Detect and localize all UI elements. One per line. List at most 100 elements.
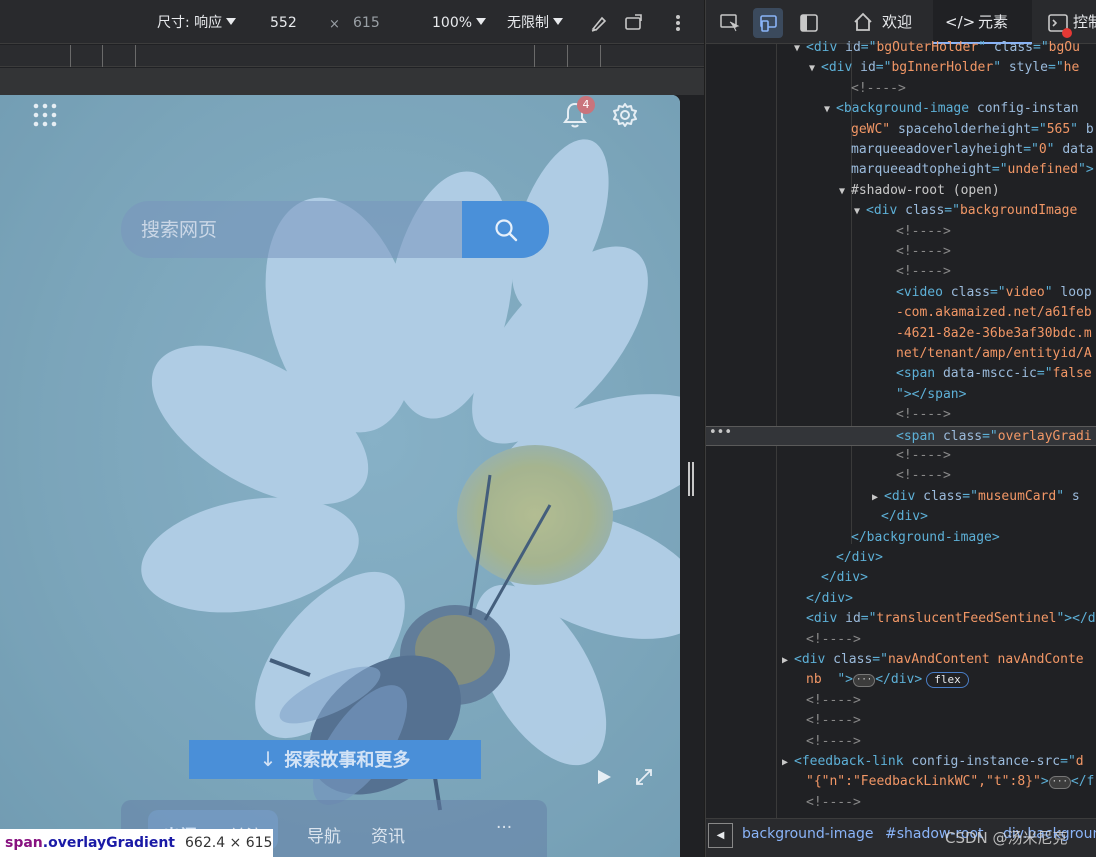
inspect-element-button[interactable] — [715, 8, 745, 38]
code-token: geWC" — [851, 121, 898, 137]
code-token: -4621-8a2e-36be3af30bdc.m — [896, 325, 1092, 341]
code-token: <div — [866, 203, 906, 219]
dom-node[interactable]: "></span> — [706, 385, 1096, 405]
dom-node[interactable]: </div> — [706, 507, 1096, 527]
dom-node[interactable]: net/tenant/amp/entityid/A — [706, 344, 1096, 364]
code-token: spaceholderheight — [897, 121, 1032, 137]
dock-side-button[interactable] — [794, 8, 824, 38]
code-token: =" — [1023, 142, 1039, 157]
ellipsis-badge[interactable]: ··· — [852, 674, 876, 688]
collapse-triangle-icon[interactable]: ▼ — [794, 39, 806, 59]
dom-node[interactable]: <!----> — [706, 446, 1096, 466]
dom-node[interactable]: -com.akamaized.net/a61feb — [706, 303, 1096, 323]
dom-node[interactable]: </background-image> — [706, 528, 1096, 548]
code-token: class — [993, 40, 1033, 55]
settings-gear-icon[interactable] — [612, 102, 638, 128]
media-query-bar[interactable] — [0, 68, 704, 95]
dom-node[interactable]: <div id="translucentFeedSentinel"></d — [706, 609, 1096, 629]
dom-node[interactable]: ▼ #shadow-root (open) — [706, 181, 1096, 201]
app-grid-icon[interactable] — [33, 103, 57, 127]
dom-node[interactable]: ▶ <feedback-link config-instance-src="d — [706, 752, 1096, 772]
zoom-label: 100% — [432, 15, 473, 31]
dom-node[interactable]: <!----> — [706, 466, 1096, 486]
search-button[interactable] — [462, 201, 549, 258]
code-token: <span — [896, 428, 943, 444]
play-icon[interactable] — [595, 768, 613, 786]
explore-stories-button[interactable]: ↓ 探索故事和更多 — [189, 740, 481, 779]
rotate-device-icon[interactable] — [623, 13, 645, 33]
code-token: =" — [1033, 40, 1049, 55]
collapse-triangle-icon[interactable]: ▼ — [809, 59, 821, 79]
nav-more-button[interactable]: ··· — [496, 818, 512, 838]
ellipsis-badge[interactable]: ··· — [1048, 776, 1071, 790]
explore-label: 探索故事和更多 — [284, 750, 411, 771]
throttle-dropdown[interactable]: 无限制 — [507, 13, 563, 33]
dom-node[interactable]: ▼ <background-image config-instan — [706, 99, 1096, 119]
collapse-triangle-icon[interactable]: ▼ — [839, 182, 851, 202]
dom-node[interactable]: </div> — [706, 568, 1096, 588]
code-token: <div — [821, 60, 861, 76]
code-token: net/tenant/amp/entityid/A — [896, 346, 1092, 361]
expand-icon[interactable] — [634, 767, 654, 787]
zoom-dropdown[interactable]: 100% — [432, 13, 487, 33]
code-token: video — [1005, 284, 1045, 300]
dom-node[interactable]: marqueeadoverlayheight="0" data — [706, 140, 1096, 160]
more-options-icon[interactable] — [672, 13, 684, 33]
dom-node[interactable]: <!----> — [706, 732, 1096, 752]
width-input[interactable]: 552 — [270, 13, 297, 33]
expand-triangle-icon[interactable]: ▶ — [782, 753, 794, 773]
code-token: bgInnerHolder — [891, 60, 994, 76]
row-more-icon[interactable]: ••• — [709, 425, 732, 440]
code-token: false — [1052, 366, 1092, 382]
dom-tree[interactable]: ▼ <div id="bgOuterHolder" class="bgOu ▼ <di… — [706, 38, 1096, 818]
dom-node[interactable]: <!----> — [706, 79, 1096, 99]
expand-triangle-icon[interactable]: ▶ — [782, 651, 794, 671]
dom-node[interactable]: ▼ <div id="bgOuterHolder" class="bgOu — [706, 38, 1096, 58]
dom-node[interactable]: "{"n":"FeedbackLinkWC","t":8}"> ··· </f — [706, 772, 1096, 792]
dom-node[interactable]: <!----> — [706, 691, 1096, 711]
dom-node[interactable]: </div> — [706, 589, 1096, 609]
sensors-brush-icon[interactable] — [589, 13, 609, 33]
code-token: class — [942, 428, 983, 444]
code-token: id — [845, 611, 861, 627]
dom-node[interactable]: <video class="video" loop — [706, 283, 1096, 303]
collapse-triangle-icon[interactable]: ▼ — [824, 100, 836, 120]
code-token: <!----> — [806, 692, 861, 708]
dom-node[interactable]: ▼ <div id="bgInnerHolder" style="he — [706, 58, 1096, 78]
code-token: backgroundImage — [959, 203, 1078, 219]
dom-node[interactable]: -4621-8a2e-36be3af30bdc.m — [706, 324, 1096, 344]
dom-node[interactable]: marqueeadtopheight="undefined"> — [706, 160, 1096, 180]
dom-node[interactable]: <!----> — [706, 222, 1096, 242]
dom-node[interactable]: ▼ <div class="backgroundImage — [706, 201, 1096, 221]
resize-handle[interactable] — [688, 462, 694, 496]
search-input[interactable] — [121, 201, 462, 258]
breadcrumb-back-button[interactable]: ◀ — [708, 823, 733, 848]
dom-node[interactable]: <!----> — [706, 793, 1096, 813]
expand-triangle-icon[interactable]: ▶ — [872, 488, 884, 508]
collapse-triangle-icon[interactable]: ▼ — [854, 202, 866, 222]
nav-item-2[interactable]: 导航 — [307, 822, 341, 847]
nav-item-3[interactable]: 资讯 — [371, 822, 405, 847]
times-sign: × — [329, 17, 340, 32]
code-token: <div — [806, 611, 846, 627]
dom-node[interactable]: <span data-mscc-ic="false — [706, 364, 1096, 384]
device-toolbar-toggle[interactable] — [753, 8, 783, 38]
dom-node[interactable]: <!----> — [706, 242, 1096, 262]
flex-badge[interactable]: flex — [926, 672, 969, 689]
dom-node[interactable]: <!----> — [706, 711, 1096, 731]
tooltip-size: 662.4 × 615 — [185, 835, 273, 851]
dom-node[interactable]: nb "> ··· </div> flex — [706, 670, 1096, 690]
dom-node[interactable]: <!----> — [706, 630, 1096, 650]
dom-node-selected[interactable]: <span class="overlayGradi — [706, 425, 1096, 446]
dom-node[interactable]: <!----> — [706, 405, 1096, 425]
dom-node[interactable]: </div> — [706, 548, 1096, 568]
dimensions-dropdown[interactable]: 尺寸: 响应 — [157, 13, 237, 33]
media-query-ruler[interactable] — [0, 45, 704, 67]
breadcrumb-0[interactable]: background-image — [742, 826, 873, 842]
dom-node[interactable]: <!----> — [706, 262, 1096, 282]
height-input[interactable]: 615 — [353, 13, 380, 33]
dom-node[interactable]: ▶ <div class="navAndContent navAndConte — [706, 650, 1096, 670]
caret-down-icon — [226, 18, 237, 25]
dom-node[interactable]: geWC" spaceholderheight="565" b — [706, 120, 1096, 140]
dom-node[interactable]: ▶ <div class="museumCard" s — [706, 487, 1096, 507]
